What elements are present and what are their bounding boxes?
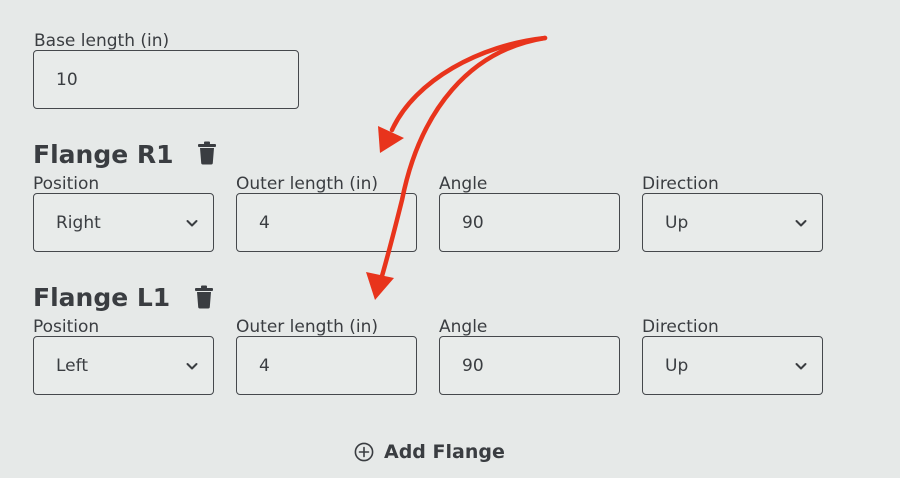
flange-r1-position-value: Right: [56, 212, 101, 233]
flange-l1-outer-length-value: 4: [259, 355, 270, 376]
flange-r1-direction-label: Direction: [642, 174, 719, 194]
flange-l1-direction-select[interactable]: Up: [642, 336, 823, 395]
base-length-label: Base length (in): [34, 31, 170, 51]
flange-l1-angle-label: Angle: [439, 317, 488, 337]
flange-l1-outer-length-label: Outer length (in): [236, 317, 379, 337]
flange-r1-direction-value: Up: [665, 212, 689, 233]
flange-l1-angle-input[interactable]: 90: [439, 336, 620, 395]
base-length-input[interactable]: 10: [33, 50, 299, 109]
chevron-down-icon: [795, 362, 807, 369]
flange-r1-angle-value: 90: [462, 212, 484, 233]
flange-r1-outer-length-value: 4: [259, 212, 270, 233]
trash-icon[interactable]: [194, 285, 214, 309]
flange-l1-title: Flange L1: [33, 283, 171, 312]
annotation-arrowhead-upper: [378, 126, 404, 153]
flange-r1-angle-label: Angle: [439, 174, 488, 194]
flange-r1-position-select[interactable]: Right: [33, 193, 214, 252]
flange-l1-position-select[interactable]: Left: [33, 336, 214, 395]
chevron-down-icon: [795, 219, 807, 226]
flange-r1-position-label: Position: [33, 174, 100, 194]
flange-r1-outer-length-label: Outer length (in): [236, 174, 379, 194]
flange-l1-outer-length-input[interactable]: 4: [236, 336, 417, 395]
chevron-down-icon: [186, 219, 198, 226]
add-flange-label: Add Flange: [384, 441, 505, 463]
add-flange-button[interactable]: Add Flange: [354, 441, 505, 463]
flange-l1-direction-label: Direction: [642, 317, 719, 337]
annotation-arrow-upper: [389, 35, 548, 133]
flange-l1-direction-value: Up: [665, 355, 689, 376]
flange-r1-title: Flange R1: [33, 140, 174, 169]
flange-l1-position-value: Left: [56, 355, 88, 376]
chevron-down-icon: [186, 362, 198, 369]
flange-l1-position-label: Position: [33, 317, 100, 337]
flange-r1-outer-length-input[interactable]: 4: [236, 193, 417, 252]
annotation-arrowhead-lower: [366, 272, 394, 300]
flange-r1-angle-input[interactable]: 90: [439, 193, 620, 252]
flange-l1-angle-value: 90: [462, 355, 484, 376]
base-length-value: 10: [56, 69, 78, 90]
plus-circle-icon: [354, 442, 374, 462]
flange-r1-direction-select[interactable]: Up: [642, 193, 823, 252]
trash-icon[interactable]: [197, 141, 217, 165]
